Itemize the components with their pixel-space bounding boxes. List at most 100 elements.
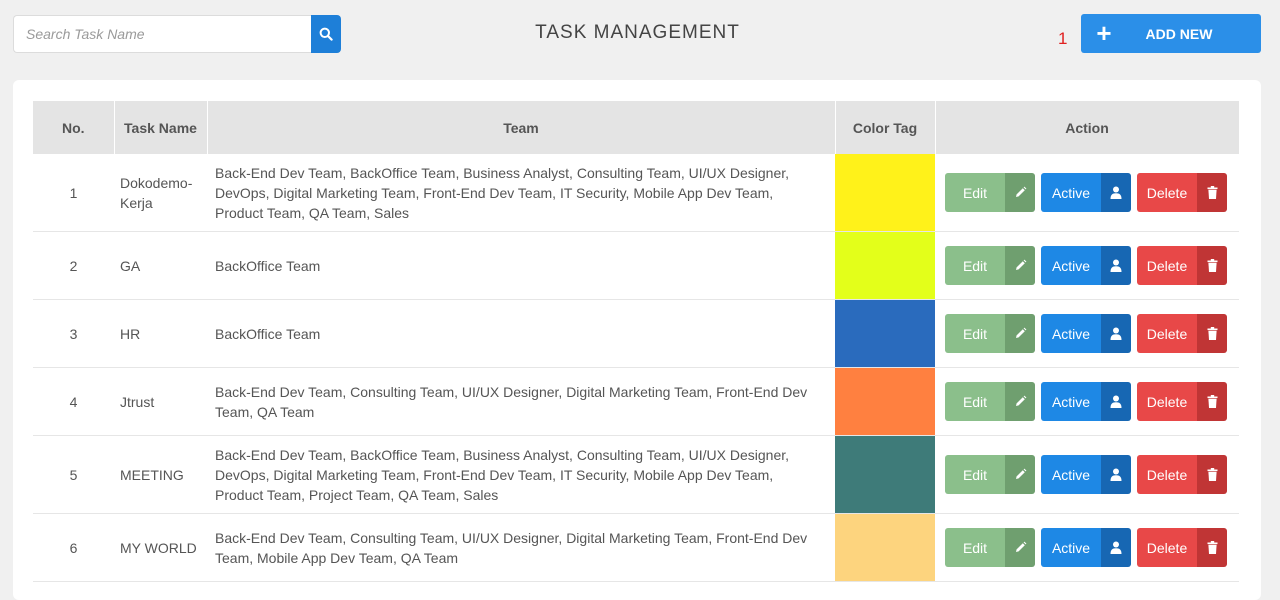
user-icon <box>1101 173 1131 212</box>
delete-button[interactable]: Delete <box>1137 173 1227 212</box>
edit-button[interactable]: Edit <box>945 314 1035 353</box>
row-actions: Edit Active Delete <box>935 435 1239 514</box>
column-header-action: Action <box>935 101 1240 154</box>
row-number: 5 <box>33 435 114 514</box>
edit-label: Edit <box>945 246 1005 285</box>
row-team: BackOffice Team <box>207 299 835 368</box>
row-color-tag <box>835 299 935 368</box>
pencil-icon <box>1005 173 1035 212</box>
table-header-row: No. Task Name Team Color Tag Action <box>33 101 1240 154</box>
active-label: Active <box>1041 314 1101 353</box>
add-new-label: ADD NEW <box>1145 25 1213 42</box>
row-team: Back-End Dev Team, BackOffice Team, Busi… <box>207 154 835 232</box>
delete-button[interactable]: Delete <box>1137 528 1227 567</box>
task-table-panel: No. Task Name Team Color Tag Action 1 Do… <box>13 80 1261 600</box>
delete-button[interactable]: Delete <box>1137 246 1227 285</box>
row-color-tag <box>835 231 935 300</box>
pencil-icon <box>1005 455 1035 494</box>
table-row: 2 GA BackOffice Team Edit Active Delete <box>33 231 1239 300</box>
color-swatch <box>835 436 935 513</box>
row-team: Back-End Dev Team, BackOffice Team, Busi… <box>207 435 835 514</box>
column-header-team: Team <box>207 101 836 154</box>
row-number: 4 <box>33 367 114 436</box>
active-label: Active <box>1041 246 1101 285</box>
trash-icon <box>1197 455 1227 494</box>
page-title: TASK MANAGEMENT <box>535 22 740 43</box>
pencil-icon <box>1005 528 1035 567</box>
search-bar <box>13 15 341 53</box>
active-button[interactable]: Active <box>1041 173 1131 212</box>
search-button[interactable] <box>311 15 341 53</box>
trash-icon <box>1197 528 1227 567</box>
active-button[interactable]: Active <box>1041 382 1131 421</box>
row-actions: Edit Active Delete <box>935 367 1239 436</box>
edit-label: Edit <box>945 528 1005 567</box>
column-header-task-name: Task Name <box>114 101 208 154</box>
trash-icon <box>1197 246 1227 285</box>
row-team: Back-End Dev Team, Consulting Team, UI/U… <box>207 367 835 436</box>
row-task-name: Dokodemo-Kerja <box>114 154 207 232</box>
row-team: BackOffice Team <box>207 231 835 300</box>
edit-label: Edit <box>945 455 1005 494</box>
add-new-button[interactable]: + ADD NEW <box>1081 14 1261 53</box>
task-table: No. Task Name Team Color Tag Action 1 Do… <box>33 101 1240 582</box>
edit-button[interactable]: Edit <box>945 528 1035 567</box>
active-button[interactable]: Active <box>1041 528 1131 567</box>
active-button[interactable]: Active <box>1041 314 1131 353</box>
active-label: Active <box>1041 382 1101 421</box>
row-color-tag <box>835 435 935 514</box>
row-task-name: Jtrust <box>114 367 207 436</box>
row-actions: Edit Active Delete <box>935 299 1239 368</box>
table-row: 3 HR BackOffice Team Edit Active Delete <box>33 299 1239 368</box>
delete-label: Delete <box>1137 314 1197 353</box>
color-swatch <box>835 514 935 581</box>
edit-button[interactable]: Edit <box>945 246 1035 285</box>
active-label: Active <box>1041 528 1101 567</box>
row-color-tag <box>835 154 935 232</box>
delete-label: Delete <box>1137 382 1197 421</box>
row-actions: Edit Active Delete <box>935 513 1239 582</box>
table-row: 5 MEETING Back-End Dev Team, BackOffice … <box>33 435 1239 514</box>
delete-label: Delete <box>1137 173 1197 212</box>
pencil-icon <box>1005 382 1035 421</box>
user-icon <box>1101 314 1131 353</box>
edit-button[interactable]: Edit <box>945 455 1035 494</box>
row-number: 3 <box>33 299 114 368</box>
delete-label: Delete <box>1137 246 1197 285</box>
edit-label: Edit <box>945 314 1005 353</box>
row-number: 2 <box>33 231 114 300</box>
row-task-name: HR <box>114 299 207 368</box>
active-label: Active <box>1041 173 1101 212</box>
pencil-icon <box>1005 314 1035 353</box>
pencil-icon <box>1005 246 1035 285</box>
color-swatch <box>835 232 935 299</box>
delete-label: Delete <box>1137 528 1197 567</box>
user-icon <box>1101 382 1131 421</box>
user-icon <box>1101 246 1131 285</box>
row-color-tag <box>835 367 935 436</box>
edit-button[interactable]: Edit <box>945 173 1035 212</box>
table-row: 1 Dokodemo-Kerja Back-End Dev Team, Back… <box>33 154 1239 232</box>
delete-button[interactable]: Delete <box>1137 455 1227 494</box>
table-row: 4 Jtrust Back-End Dev Team, Consulting T… <box>33 367 1239 436</box>
edit-button[interactable]: Edit <box>945 382 1035 421</box>
color-swatch <box>835 300 935 367</box>
color-swatch <box>835 368 935 435</box>
trash-icon <box>1197 382 1227 421</box>
active-button[interactable]: Active <box>1041 246 1131 285</box>
edit-label: Edit <box>945 382 1005 421</box>
edit-label: Edit <box>945 173 1005 212</box>
active-button[interactable]: Active <box>1041 455 1131 494</box>
delete-button[interactable]: Delete <box>1137 382 1227 421</box>
row-number: 6 <box>33 513 114 582</box>
search-icon <box>319 27 333 41</box>
trash-icon <box>1197 173 1227 212</box>
delete-button[interactable]: Delete <box>1137 314 1227 353</box>
user-icon <box>1101 455 1131 494</box>
row-team: Back-End Dev Team, Consulting Team, UI/U… <box>207 513 835 582</box>
delete-label: Delete <box>1137 455 1197 494</box>
row-color-tag <box>835 513 935 582</box>
row-number: 1 <box>33 154 114 232</box>
search-input[interactable] <box>13 15 312 53</box>
column-header-no: No. <box>33 101 115 154</box>
